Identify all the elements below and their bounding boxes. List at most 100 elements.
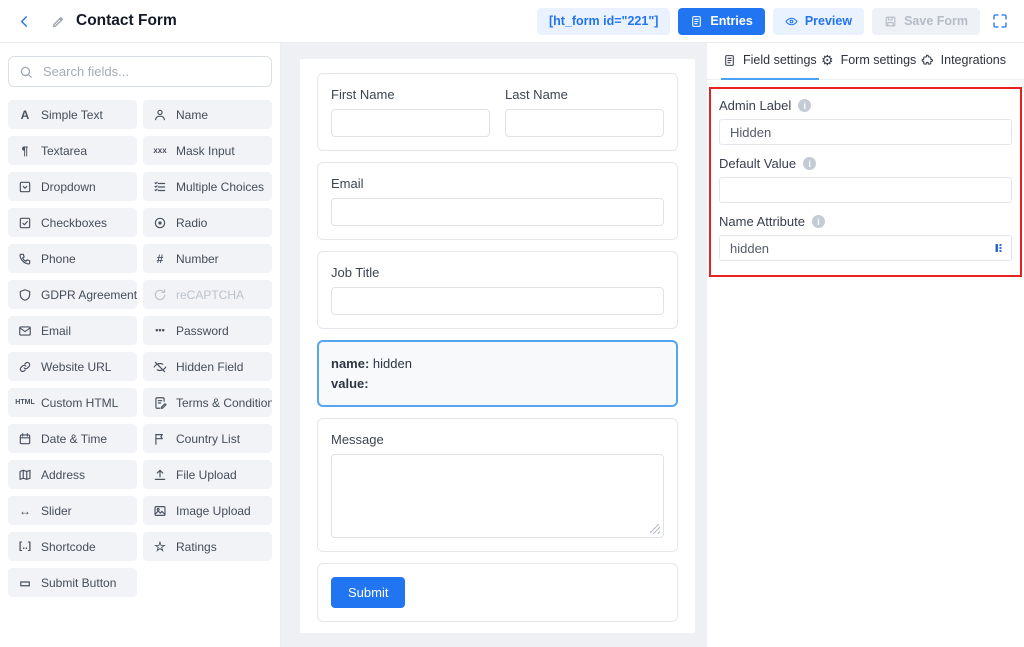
preview-button[interactable]: Preview xyxy=(773,8,864,35)
field-item-simple-text[interactable]: ASimple Text xyxy=(8,100,137,129)
admin-label-label: Admin Label xyxy=(719,98,791,113)
field-item-image-upload[interactable]: Image Upload xyxy=(143,496,272,525)
field-item-shortcode[interactable]: [..]Shortcode xyxy=(8,532,137,561)
link-icon xyxy=(17,360,33,374)
field-item-custom-html[interactable]: HTMLCustom HTML xyxy=(8,388,137,417)
field-item-multiple-choices[interactable]: Multiple Choices xyxy=(143,172,272,201)
tab-integrations[interactable]: Integrations xyxy=(919,43,1008,80)
hidden-field-name-line: name: hidden xyxy=(331,354,664,374)
field-item-recaptcha[interactable]: reCAPTCHA xyxy=(143,280,272,309)
admin-label-group: Admin Label i xyxy=(719,98,1012,145)
field-item-label: Country List xyxy=(176,432,240,446)
field-item-name[interactable]: Name xyxy=(143,100,272,129)
admin-label-input[interactable] xyxy=(719,119,1012,145)
calendar-icon xyxy=(17,432,33,446)
shield-icon xyxy=(17,288,33,302)
field-item-dropdown[interactable]: Dropdown xyxy=(8,172,137,201)
field-item-label: reCAPTCHA xyxy=(176,288,244,302)
form-block-hidden-field-selected[interactable]: name: hidden value: xyxy=(317,340,678,407)
field-item-address[interactable]: Address xyxy=(8,460,137,489)
field-item-radio[interactable]: Radio xyxy=(143,208,272,237)
field-list: ASimple Text Name ¶TextareaxxxMask Input Dr… xyxy=(8,100,272,597)
field-item-label: Terms & Conditions xyxy=(176,396,272,410)
field-item-textarea[interactable]: ¶Textarea xyxy=(8,136,137,165)
field-item-checkboxes[interactable]: Checkboxes xyxy=(8,208,137,237)
name-attribute-group: Name Attribute i xyxy=(719,214,1012,261)
search-icon xyxy=(19,65,33,79)
field-item-password[interactable]: ••• Password xyxy=(143,316,272,345)
canvas-panel: First Name Last Name Email Job Title xyxy=(300,59,695,633)
field-item-label: Dropdown xyxy=(41,180,96,194)
field-item-label: Radio xyxy=(176,216,207,230)
checkbox-icon xyxy=(17,216,33,230)
field-item-terms-conditions[interactable]: Terms & Conditions xyxy=(143,388,272,417)
tab-field-settings[interactable]: Field settings xyxy=(721,43,819,80)
email-label: Email xyxy=(331,176,664,191)
field-item-submit-button[interactable]: ▭Submit Button xyxy=(8,568,137,597)
form-block-submit[interactable]: Submit xyxy=(317,563,678,622)
field-item-hidden-field[interactable]: Hidden Field xyxy=(143,352,272,381)
field-item-label: Hidden Field xyxy=(176,360,243,374)
field-item-slider[interactable]: ↔Slider xyxy=(8,496,137,525)
gear-icon: ⚙ xyxy=(821,53,834,67)
field-item-label: GDPR Agreement xyxy=(41,288,137,302)
shortcode-chip[interactable]: [ht_form id="221"] xyxy=(537,8,670,35)
field-item-mask-input[interactable]: xxxMask Input xyxy=(143,136,272,165)
default-value-label: Default Value xyxy=(719,156,796,171)
smart-tag-icon[interactable] xyxy=(993,242,1005,254)
email-input[interactable] xyxy=(331,198,664,226)
resize-handle-icon[interactable] xyxy=(650,524,660,534)
eye-off-icon xyxy=(152,360,168,374)
fullscreen-icon[interactable] xyxy=(992,13,1008,29)
name-attribute-input[interactable] xyxy=(719,235,1012,261)
form-block-name[interactable]: First Name Last Name xyxy=(317,73,678,151)
annotation-red-box: Admin Label i Default Value i xyxy=(709,87,1022,277)
field-item-label: Password xyxy=(176,324,229,338)
field-item-number[interactable]: #Number xyxy=(143,244,272,273)
field-item-email[interactable]: Email xyxy=(8,316,137,345)
message-textarea[interactable] xyxy=(331,454,664,538)
last-name-input[interactable] xyxy=(505,109,664,137)
field-item-phone[interactable]: Phone xyxy=(8,244,137,273)
first-name-input[interactable] xyxy=(331,109,490,137)
default-value-group: Default Value i xyxy=(719,156,1012,203)
edit-title-icon[interactable] xyxy=(51,14,66,29)
upload-icon xyxy=(152,468,168,482)
back-icon[interactable] xyxy=(16,13,33,30)
form-block-job-title[interactable]: Job Title xyxy=(317,251,678,329)
field-item-file-upload[interactable]: File Upload xyxy=(143,460,272,489)
field-item-label: Name xyxy=(176,108,208,122)
flag-icon xyxy=(152,432,168,446)
job-title-input[interactable] xyxy=(331,287,664,315)
field-item-country-list[interactable]: Country List xyxy=(143,424,272,453)
entries-button[interactable]: Entries xyxy=(678,8,764,35)
name-attribute-label: Name Attribute xyxy=(719,214,805,229)
save-form-button[interactable]: Save Form xyxy=(872,8,980,35)
field-item-website-url[interactable]: Website URL xyxy=(8,352,137,381)
tab-form-settings[interactable]: ⚙Form settings xyxy=(819,43,918,80)
form-block-message[interactable]: Message xyxy=(317,418,678,552)
phone-icon xyxy=(17,252,33,266)
mail-icon xyxy=(17,324,33,338)
dropdown-icon xyxy=(17,180,33,194)
field-item-label: Simple Text xyxy=(41,108,103,122)
search-fields-input[interactable] xyxy=(41,63,261,80)
settings-panel: Field settings⚙Form settingsIntegrations… xyxy=(707,43,1024,647)
info-icon[interactable]: i xyxy=(798,99,811,112)
field-item-label: Email xyxy=(41,324,71,338)
header: Contact Form [ht_form id="221"] Entries … xyxy=(0,0,1024,43)
info-icon[interactable]: i xyxy=(803,157,816,170)
default-value-input[interactable] xyxy=(719,177,1012,203)
field-item-ratings[interactable]: ☆Ratings xyxy=(143,532,272,561)
form-block-email[interactable]: Email xyxy=(317,162,678,240)
field-item-label: Number xyxy=(176,252,219,266)
dots-icon: ••• xyxy=(152,326,168,335)
puzzle-icon xyxy=(921,54,934,67)
field-item-date-time[interactable]: Date & Time xyxy=(8,424,137,453)
field-item-label: Multiple Choices xyxy=(176,180,264,194)
field-item-gdpr-agreement[interactable]: GDPR Agreement xyxy=(8,280,137,309)
submit-button[interactable]: Submit xyxy=(331,577,405,608)
info-icon[interactable]: i xyxy=(812,215,825,228)
document-icon xyxy=(690,15,703,28)
map-icon xyxy=(17,468,33,482)
